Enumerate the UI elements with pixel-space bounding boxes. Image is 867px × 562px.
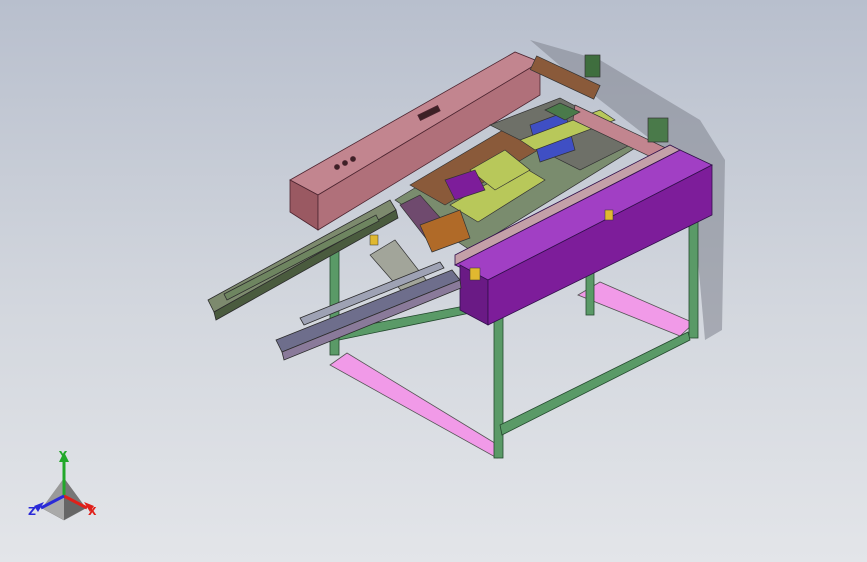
base-plate-front <box>329 352 499 459</box>
x-axis-label: X <box>88 505 97 518</box>
machine-assembly-model[interactable] <box>0 0 867 562</box>
axis-triad: Y X Z <box>24 448 104 524</box>
base-plate-back <box>577 281 695 337</box>
cad-viewport[interactable]: Y X Z <box>0 0 867 562</box>
y-axis-label: Y <box>59 449 67 462</box>
z-axis-label: Z <box>28 505 36 518</box>
